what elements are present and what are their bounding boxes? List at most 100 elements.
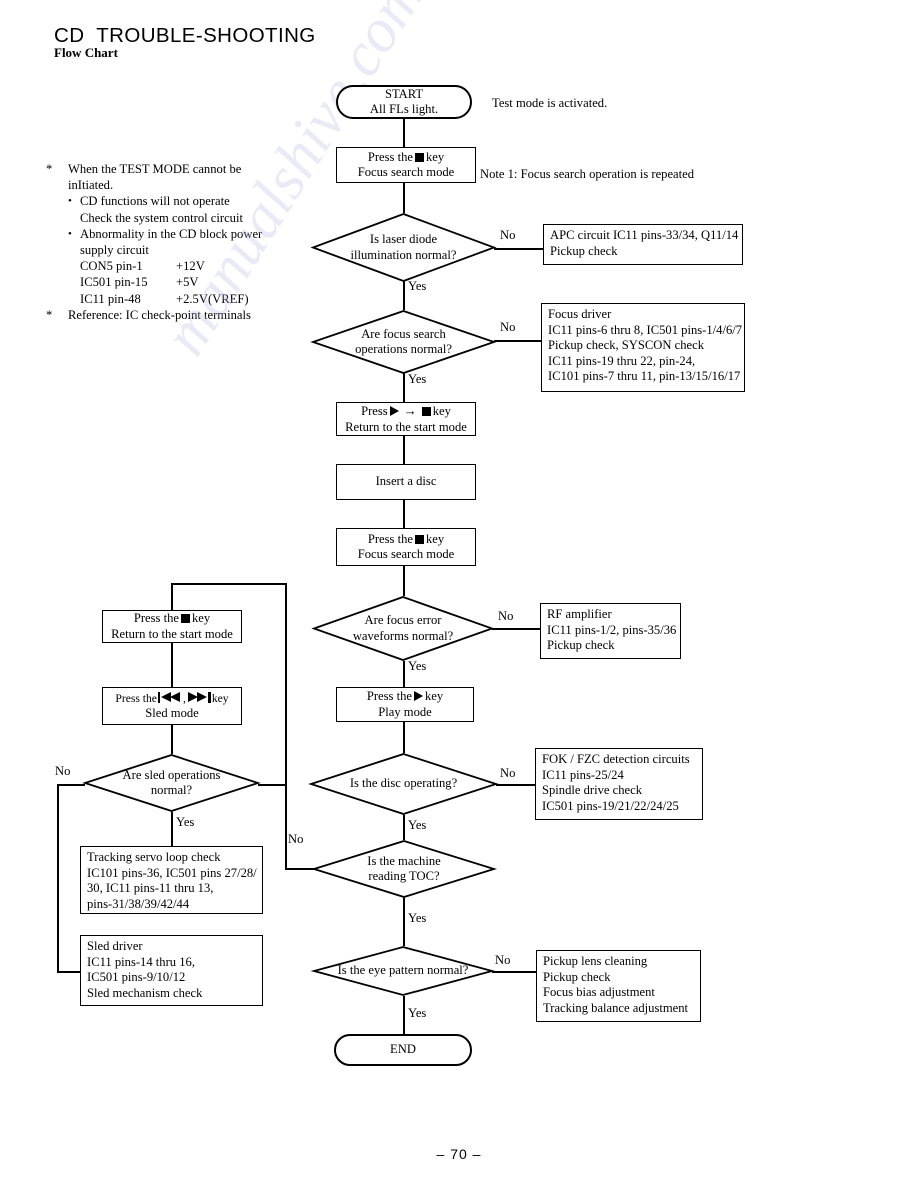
key-label: key [191,611,211,625]
connector [403,373,405,402]
pin-row: IC11 pin-48 +2.5V(VREF) [80,291,326,307]
connector [403,722,405,753]
flow-box-fok-fzc: FOK / FZC detection circuits IC11 pins-2… [535,748,703,820]
flow-node-start: START All FLs light. [336,85,472,119]
flow-node-press-play: Press the key Play mode [336,687,474,722]
flow-node-press-sled: Press the, key Sled mode [102,687,242,725]
connector [57,784,59,972]
pin-label: IC11 pin-48 [80,291,141,306]
box-line: Pickup lens cleaning [543,954,648,968]
flow-decision-sled-operations: Are sled operations normal? [82,754,261,812]
edge-label-yes: Yes [408,1006,427,1020]
flow-box-tracking-servo-loop: Tracking servo loop check IC101 pins-36,… [80,846,263,914]
key-label: key [425,149,445,164]
node-line: Press the, key [115,691,229,707]
flow-decision-reading-toc: Is the machine reading TOC? [310,840,498,898]
box-line: Pickup check [543,969,611,984]
box-line: Sled driver [87,939,143,953]
node-line: Are sled operations [122,767,221,782]
flow-node-press-play-then-stop: Press → key Return to the start mode [336,402,476,436]
node-line: Is the disc operating? [349,776,458,791]
key-label: key [424,689,444,703]
box-line: IC101 pins-36, IC501 pins 27/28/ [87,865,257,880]
connector [492,628,542,630]
node-line: Is laser diode [369,232,438,246]
node-line: Press the key [367,689,443,705]
box-line: Focus bias adjustment [543,985,655,1000]
press-label: Press the [133,611,179,625]
node-line: normal? [150,783,193,797]
connector [403,661,405,687]
note-subitem-cd-functions: • CD functions will not operate Check th… [68,193,326,225]
arrow-right-icon: → [403,403,417,418]
edge-label-yes: Yes [408,911,427,925]
connector [403,436,405,464]
press-label: Press the [367,531,413,546]
flow-node-press-stop-return: Press the key Return to the start mode [102,610,242,643]
document-page: manualshive.com CD TROUBLE-SHOOTING Flow… [0,0,918,1188]
note-sub-bullets: • CD functions will not operate Check th… [68,193,326,306]
node-line: operations normal? [355,342,452,356]
box-line: IC101 pins-7 thru 11, pin-13/15/16/17 [548,369,741,384]
box-line: IC11 pins-1/2, pins-35/36 [547,622,677,637]
page-subtitle: Flow Chart [54,45,118,60]
flow-node-press-stop-focus-search-1: Press the key Focus search mode [336,147,476,183]
key-label: key [432,404,451,418]
connector [403,183,405,213]
box-line: Focus driver [548,307,612,321]
edge-label-yes: Yes [408,659,427,673]
box-line: IC11 pins-14 thru 16, [87,954,195,969]
next-track-key-icon [187,691,211,703]
flow-decision-eye-pattern: Is the eye pattern normal? [310,946,496,996]
edge-label-no: No [500,766,516,780]
note-line: When the TEST MODE cannot be [68,162,242,176]
node-line: illumination normal? [350,247,457,262]
flow-decision-disc-operating: Is the disc operating? [308,753,499,815]
connector [494,248,544,250]
connector [492,971,537,973]
connector [171,583,173,610]
box-line: 30, IC11 pins-11 thru 13, [87,881,214,896]
pin-value: +2.5V(VREF) [176,291,249,306]
box-line: pins-31/38/39/42/44 [87,896,190,911]
node-line: Insert a disc [375,474,437,489]
flow-decision-focus-search-operations: Are focus search operations normal? [310,310,497,374]
edge-label-no: No [498,609,514,623]
note-bullet-star: * [46,307,53,322]
box-line: Sled mechanism check [87,985,203,1000]
node-line: Press the key [368,150,444,166]
box-line: FOK / FZC detection circuits [542,752,690,766]
page-number: – 70 – [436,1146,482,1162]
connector [403,898,405,946]
node-line: Focus search mode [357,547,455,561]
edge-label-no: No [288,832,304,846]
node-line: END [390,1042,416,1057]
box-line: IC501 pins-19/21/22/24/25 [542,798,679,813]
flow-box-pickup-lens: Pickup lens cleaning Pickup check Focus … [536,950,701,1022]
node-line: Press the key [134,611,210,627]
edge-label-no: No [500,228,516,242]
press-label: Press the [115,691,157,705]
notes-block: * When the TEST MODE cannot be inItiated… [46,161,326,323]
flow-node-end: END [334,1034,472,1066]
flow-node-press-stop-focus-search-2: Press the key Focus search mode [336,528,476,566]
connector [171,725,173,754]
edge-label-yes: Yes [408,818,427,832]
box-line: Tracking balance adjustment [543,1000,689,1015]
flow-box-rf-amplifier: RF amplifier IC11 pins-1/2, pins-35/36 P… [540,603,681,659]
comma-separator: , [182,691,186,705]
node-line: Are focus search [361,326,446,341]
box-line: Tracking servo loop check [87,850,221,864]
connector [403,281,405,310]
box-line: Spindle drive check [542,783,643,798]
node-line: Return to the start mode [111,626,233,641]
node-line: Return to the start mode [345,419,467,434]
node-line: Is the machine [367,853,441,868]
flow-box-focus-driver: Focus driver IC11 pins-6 thru 8, IC501 p… [541,303,745,392]
note-item-reference: * Reference: IC check-point terminals [46,307,326,323]
bullet-dot-icon: • [68,195,72,208]
edge-label-yes: Yes [176,815,195,829]
press-label: Press the [366,689,412,703]
flow-decision-laser-diode: Is laser diode illumination normal? [310,213,497,282]
box-line: APC circuit IC11 pins-33/34, Q11/14 [550,228,739,242]
